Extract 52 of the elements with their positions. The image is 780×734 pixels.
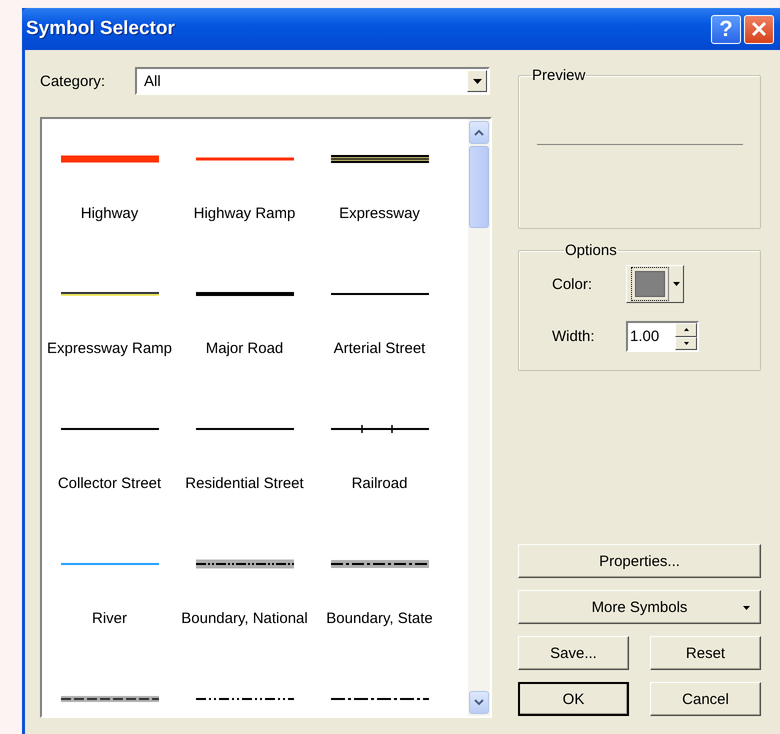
chevron-down-icon [474,699,484,706]
up-arrow-icon [684,328,688,332]
symbol-item[interactable]: River [42,524,177,659]
close-button[interactable] [744,14,774,44]
category-label: Category: [40,72,106,90]
symbol-label: Expressway [339,204,420,223]
scroll-down-button[interactable] [469,691,489,714]
more-symbols-button[interactable]: More Symbols [518,590,761,624]
scroll-up-button[interactable] [469,121,489,144]
symbol-label: Boundary, National [181,609,308,628]
category-dropdown[interactable]: All [135,67,490,95]
window-title: Symbol Selector [26,18,175,40]
down-arrow-icon [684,342,688,345]
scrollbar[interactable] [468,119,490,716]
properties-button[interactable]: Properties... [518,544,761,578]
symbol-label: Major Road [206,339,284,358]
symbol-item[interactable]: Expressway Ramp [42,254,177,389]
symbol-label: Residential Street [185,474,304,493]
dropdown-arrow-icon [472,78,482,84]
symbol-label: Boundary, State [326,609,433,628]
symbol-label: Collector Street [58,474,162,493]
symbol-label: Expressway Ramp [46,339,172,358]
close-icon [751,21,767,37]
scroll-thumb[interactable] [469,146,489,228]
symbol-item[interactable]: Expressway [312,119,447,254]
dialog-button[interactable]: Save... [518,636,629,670]
symbol-label: Highway Ramp [194,204,296,223]
symbol-item[interactable]: Railroad [312,389,447,524]
options-heading: Options [564,242,618,259]
width-label: Width: [552,328,596,345]
symbol-item[interactable]: Boundary, State [312,524,447,659]
symbol-item[interactable]: Highway [42,119,177,254]
symbol-item[interactable]: Residential Street [177,389,312,524]
symbol-item[interactable]: Highway Ramp [177,119,312,254]
symbol-item[interactable]: Boundary, National [177,524,312,659]
symbol-label: Railroad [352,474,408,493]
dropdown-arrow-icon [673,282,680,286]
ok-button[interactable]: OK [518,682,629,716]
symbol-label: Arterial Street [334,339,426,358]
symbol-item[interactable]: Collector Street [42,389,177,524]
symbol-item[interactable]: Arterial Street [312,254,447,389]
preview-heading: Preview [531,67,586,84]
symbol-item[interactable]: Major Road [177,254,312,389]
width-spinner[interactable]: 1.00 [626,321,699,352]
dialog-button[interactable]: Cancel [650,682,761,716]
color-label: Color: [552,276,594,292]
symbol-label: Highway [80,204,138,223]
dropdown-arrow-icon [743,606,750,610]
dialog-button[interactable]: Reset [650,636,761,670]
symbol-label: River [92,609,127,628]
chevron-up-icon [474,129,484,136]
color-picker-button[interactable] [626,265,684,303]
